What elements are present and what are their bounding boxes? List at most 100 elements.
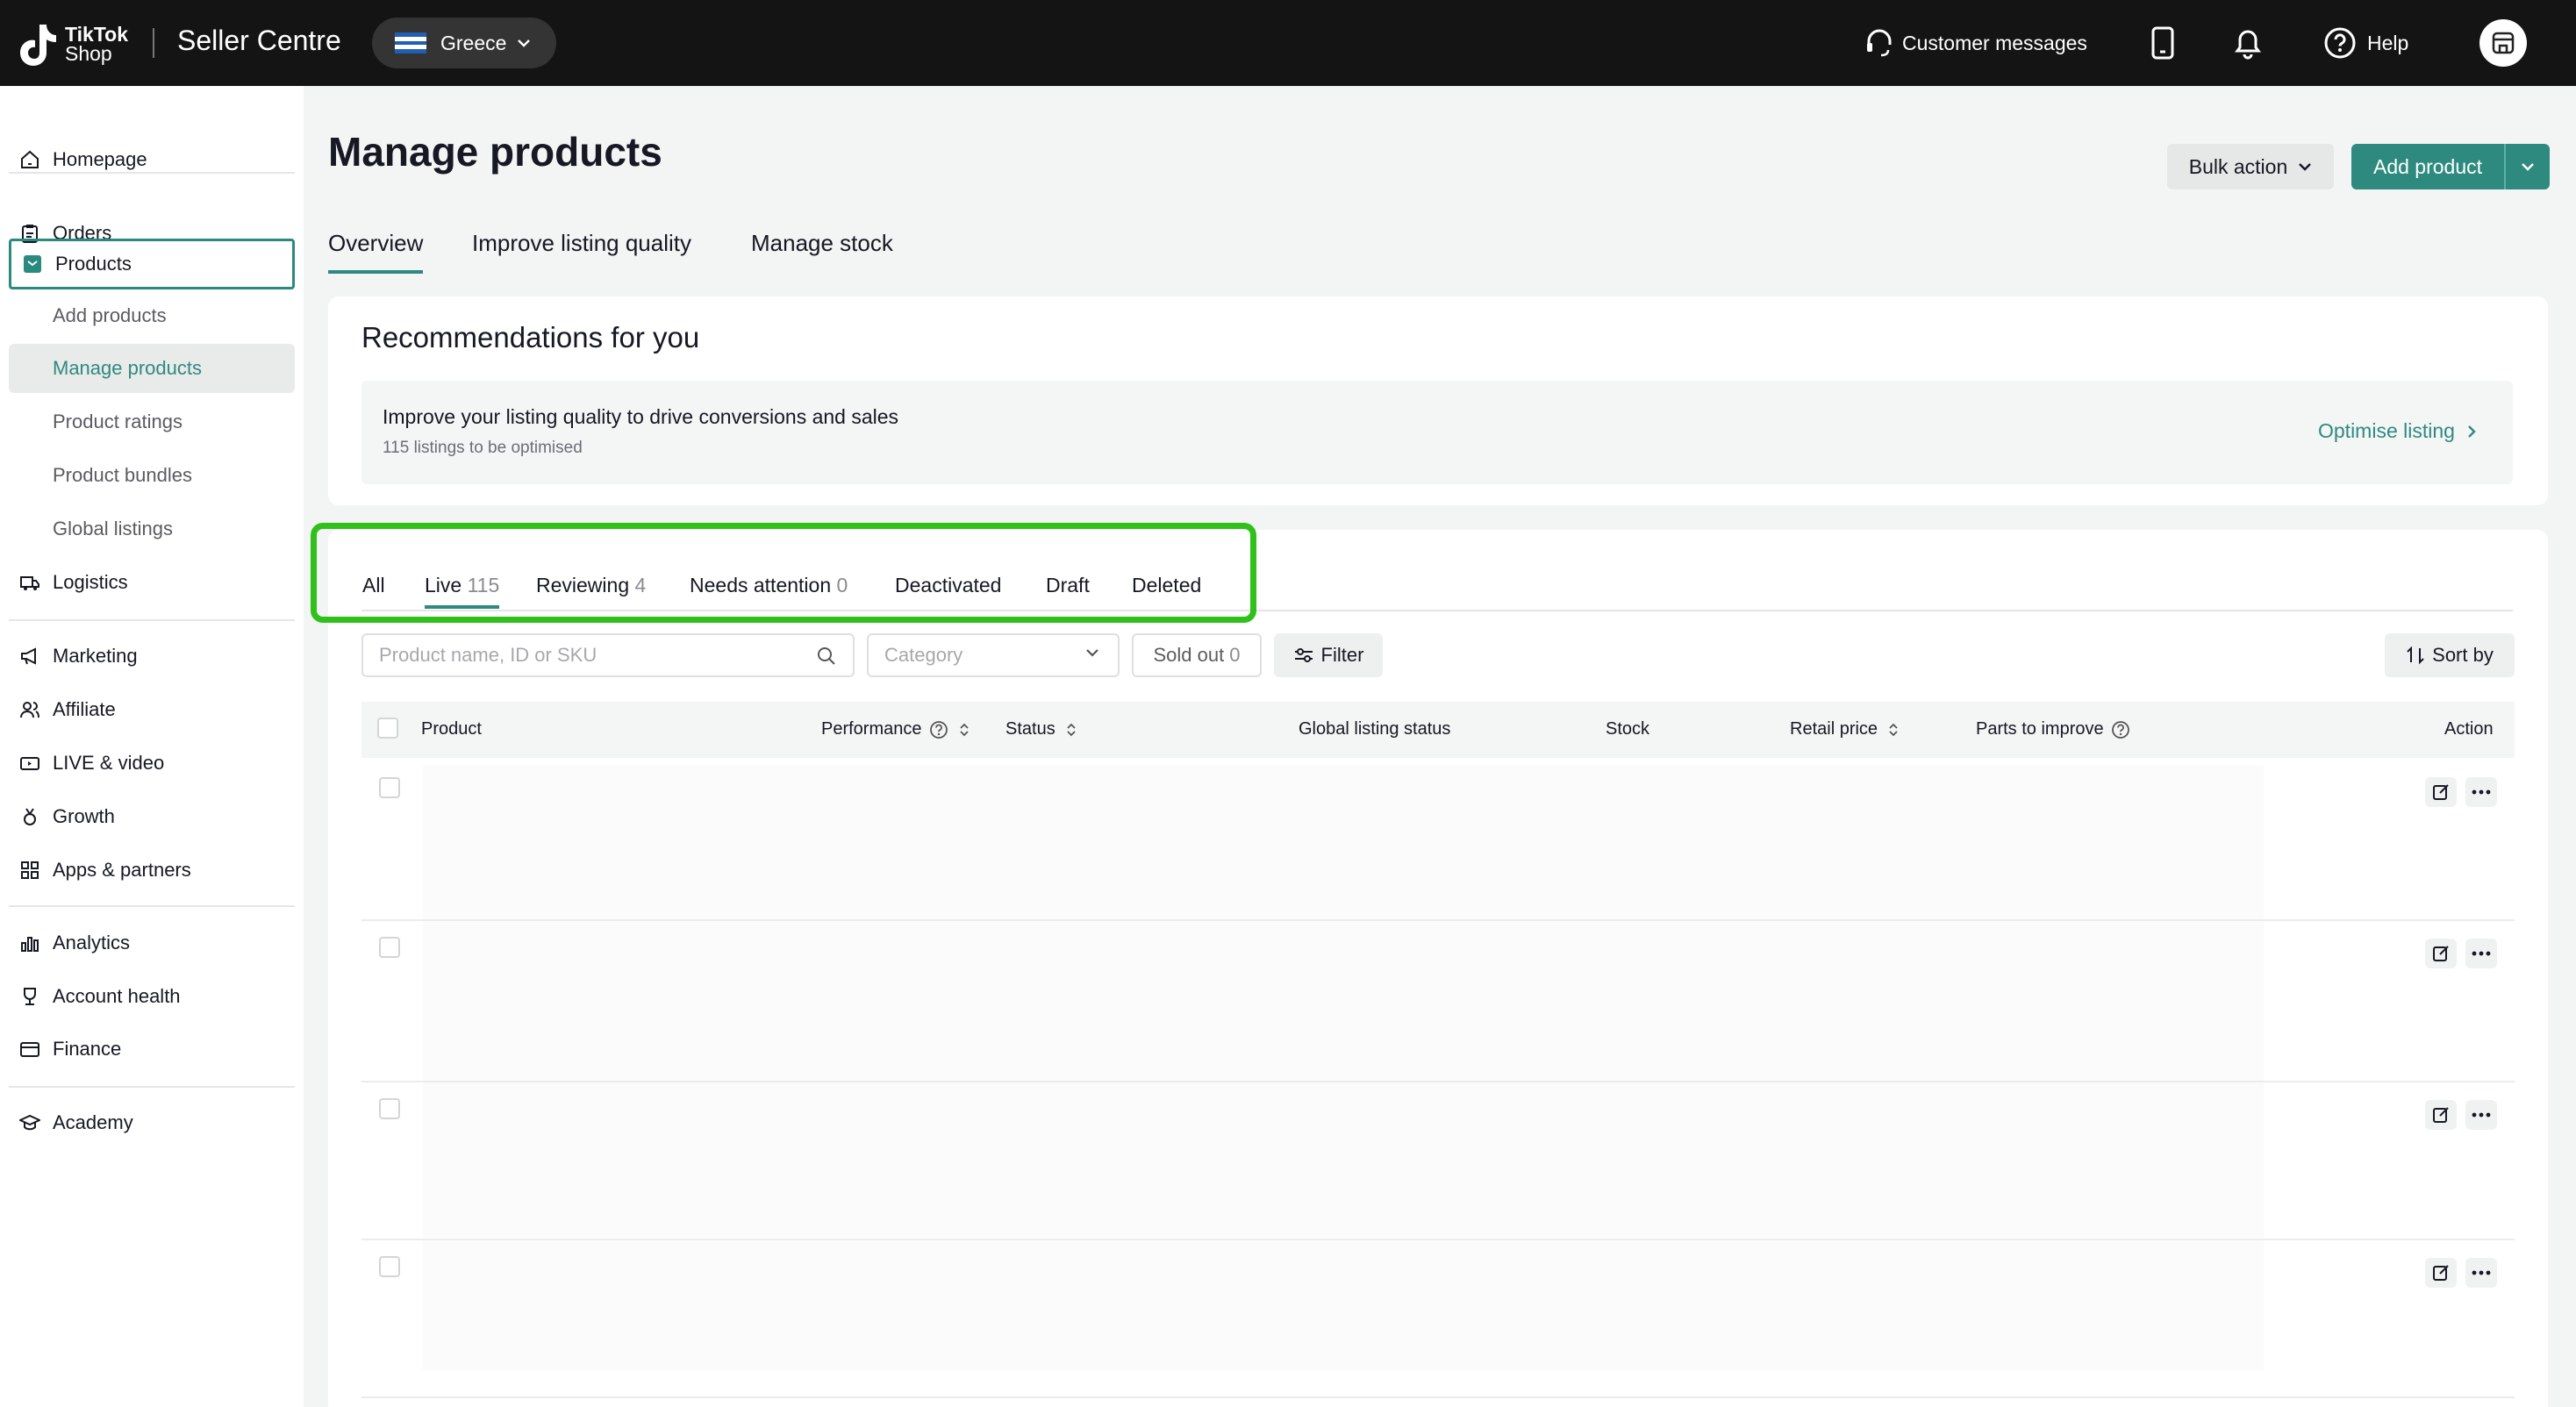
sidebar-divider — [9, 1086, 295, 1088]
sidebar-item-product-ratings[interactable]: Product ratings — [9, 397, 295, 446]
category-select[interactable]: Category — [867, 633, 1120, 677]
sidebar-item-analytics[interactable]: Analytics — [9, 918, 295, 968]
filter-button[interactable]: Filter — [1274, 633, 1383, 677]
sidebar-item-live-video[interactable]: LIVE & video — [9, 739, 295, 788]
edit-icon[interactable] — [2425, 939, 2457, 968]
more-options-icon[interactable] — [2465, 777, 2497, 807]
filter-label: Filter — [1320, 644, 1364, 666]
apps-grid-icon — [19, 860, 40, 881]
sidebar-item-logistics[interactable]: Logistics — [9, 558, 295, 607]
bulk-action-button[interactable]: Bulk action — [2167, 144, 2334, 189]
column-header-status[interactable]: Status — [1005, 719, 1077, 739]
sort-arrows-icon[interactable] — [1888, 722, 1899, 738]
column-header-retail-price[interactable]: Retail price — [1790, 719, 1899, 739]
greece-flag-icon — [395, 32, 426, 54]
sold-out-count: 0 — [1229, 644, 1241, 666]
optimise-listing-label: Optimise listing — [2318, 419, 2455, 442]
customer-messages-button[interactable]: Customer messages — [1864, 0, 2087, 86]
row-checkbox[interactable] — [379, 1256, 400, 1277]
sidebar-item-marketing[interactable]: Marketing — [9, 632, 295, 681]
row-divider — [361, 1396, 2515, 1398]
bar-chart-icon — [19, 932, 40, 953]
medal-icon — [19, 806, 40, 827]
store-icon — [2492, 32, 2515, 54]
row-checkbox[interactable] — [379, 937, 400, 958]
sold-out-filter[interactable]: Sold out 0 — [1132, 633, 1262, 677]
mobile-phone-icon[interactable] — [2150, 26, 2176, 60]
column-header-stock: Stock — [1606, 719, 1650, 739]
sidebar-item-apps-partners[interactable]: Apps & partners — [9, 846, 295, 895]
sidebar-item-add-products[interactable]: Add products — [9, 291, 295, 340]
help-button[interactable]: Help — [2323, 0, 2408, 86]
sidebar-item-label: Homepage — [53, 148, 147, 170]
sort-by-button[interactable]: Sort by — [2385, 633, 2515, 677]
recommendations-title: Recommendations for you — [361, 321, 700, 354]
help-circle-icon[interactable] — [929, 720, 948, 739]
sold-out-label: Sold out — [1153, 644, 1225, 666]
shop-avatar[interactable] — [2479, 19, 2527, 67]
trophy-icon — [19, 986, 40, 1007]
sidebar-item-finance[interactable]: Finance — [9, 1025, 295, 1074]
row-checkbox[interactable] — [379, 1098, 400, 1119]
page-title: Manage products — [328, 129, 662, 175]
sidebar-item-label: Growth — [53, 805, 115, 827]
tab-manage-stock[interactable]: Manage stock — [751, 230, 893, 257]
sort-arrows-icon[interactable] — [959, 722, 970, 738]
sort-icon — [2407, 646, 2424, 665]
sidebar-item-label: Logistics — [53, 571, 128, 593]
customer-messages-label: Customer messages — [1902, 31, 2087, 54]
sidebar-item-account-health[interactable]: Account health — [9, 972, 295, 1021]
row-checkbox[interactable] — [379, 777, 400, 798]
more-options-icon[interactable] — [2465, 939, 2497, 968]
sidebar-item-products[interactable]: Products — [9, 239, 295, 289]
sidebar-item-label: Analytics — [53, 932, 131, 953]
product-search-input[interactable]: Product name, ID or SKU — [361, 633, 855, 677]
column-header-action: Action — [2444, 719, 2494, 739]
sidebar-item-growth[interactable]: Growth — [9, 792, 295, 841]
help-circle-icon[interactable] — [2111, 720, 2130, 739]
truck-icon — [19, 572, 40, 593]
sidebar-divider — [9, 172, 295, 174]
headset-icon — [1867, 29, 1892, 57]
filter-sliders-icon — [1294, 648, 1313, 662]
add-product-dropdown[interactable] — [2506, 162, 2550, 171]
bulk-action-label: Bulk action — [2188, 154, 2288, 178]
tab-overview[interactable]: Overview — [328, 230, 424, 274]
column-header-product: Product — [421, 719, 482, 739]
sidebar-item-product-bundles[interactable]: Product bundles — [9, 451, 295, 500]
sidebar-divider — [9, 619, 295, 621]
sidebar-item-label: Products — [55, 253, 132, 275]
tiktok-shop-logo[interactable]: TikTok Shop — [18, 21, 128, 67]
sidebar-item-label: Academy — [53, 1111, 133, 1133]
sidebar-item-affiliate[interactable]: Affiliate — [9, 685, 295, 734]
wallet-icon — [19, 1039, 40, 1060]
notification-bell-icon[interactable] — [2232, 26, 2264, 60]
sidebar-item-label: LIVE & video — [53, 752, 165, 774]
more-options-icon[interactable] — [2465, 1258, 2497, 1288]
row-divider — [361, 1239, 2515, 1240]
sidebar-item-label: Affiliate — [53, 698, 116, 720]
sidebar-item-label: Marketing — [53, 645, 138, 667]
region-selector[interactable]: Greece — [372, 18, 556, 68]
tab-improve-listing-quality[interactable]: Improve listing quality — [472, 230, 691, 257]
edit-icon[interactable] — [2425, 777, 2457, 807]
select-all-checkbox[interactable] — [377, 718, 398, 739]
edit-icon[interactable] — [2425, 1100, 2457, 1130]
help-label: Help — [2367, 31, 2409, 54]
column-header-global-listing-status: Global listing status — [1299, 719, 1451, 739]
column-header-performance[interactable]: Performance — [821, 719, 970, 739]
status-tabs-highlight-box — [311, 523, 1256, 623]
more-options-icon[interactable] — [2465, 1100, 2497, 1130]
sidebar-item-global-listings[interactable]: Global listings — [9, 504, 295, 554]
sort-arrows-icon[interactable] — [1066, 722, 1077, 738]
add-product-button[interactable]: Add product — [2351, 144, 2550, 189]
sort-by-label: Sort by — [2432, 644, 2494, 666]
sidebar-item-label: Finance — [53, 1038, 122, 1060]
people-icon — [19, 699, 40, 720]
sidebar-item-manage-products[interactable]: Manage products — [9, 344, 295, 393]
sidebar-item-academy[interactable]: Academy — [9, 1098, 295, 1147]
optimise-listing-link[interactable]: Optimise listing — [2318, 419, 2476, 443]
chevron-down-icon — [2299, 163, 2312, 171]
sidebar-item-homepage[interactable]: Homepage — [9, 135, 295, 184]
edit-icon[interactable] — [2425, 1258, 2457, 1288]
